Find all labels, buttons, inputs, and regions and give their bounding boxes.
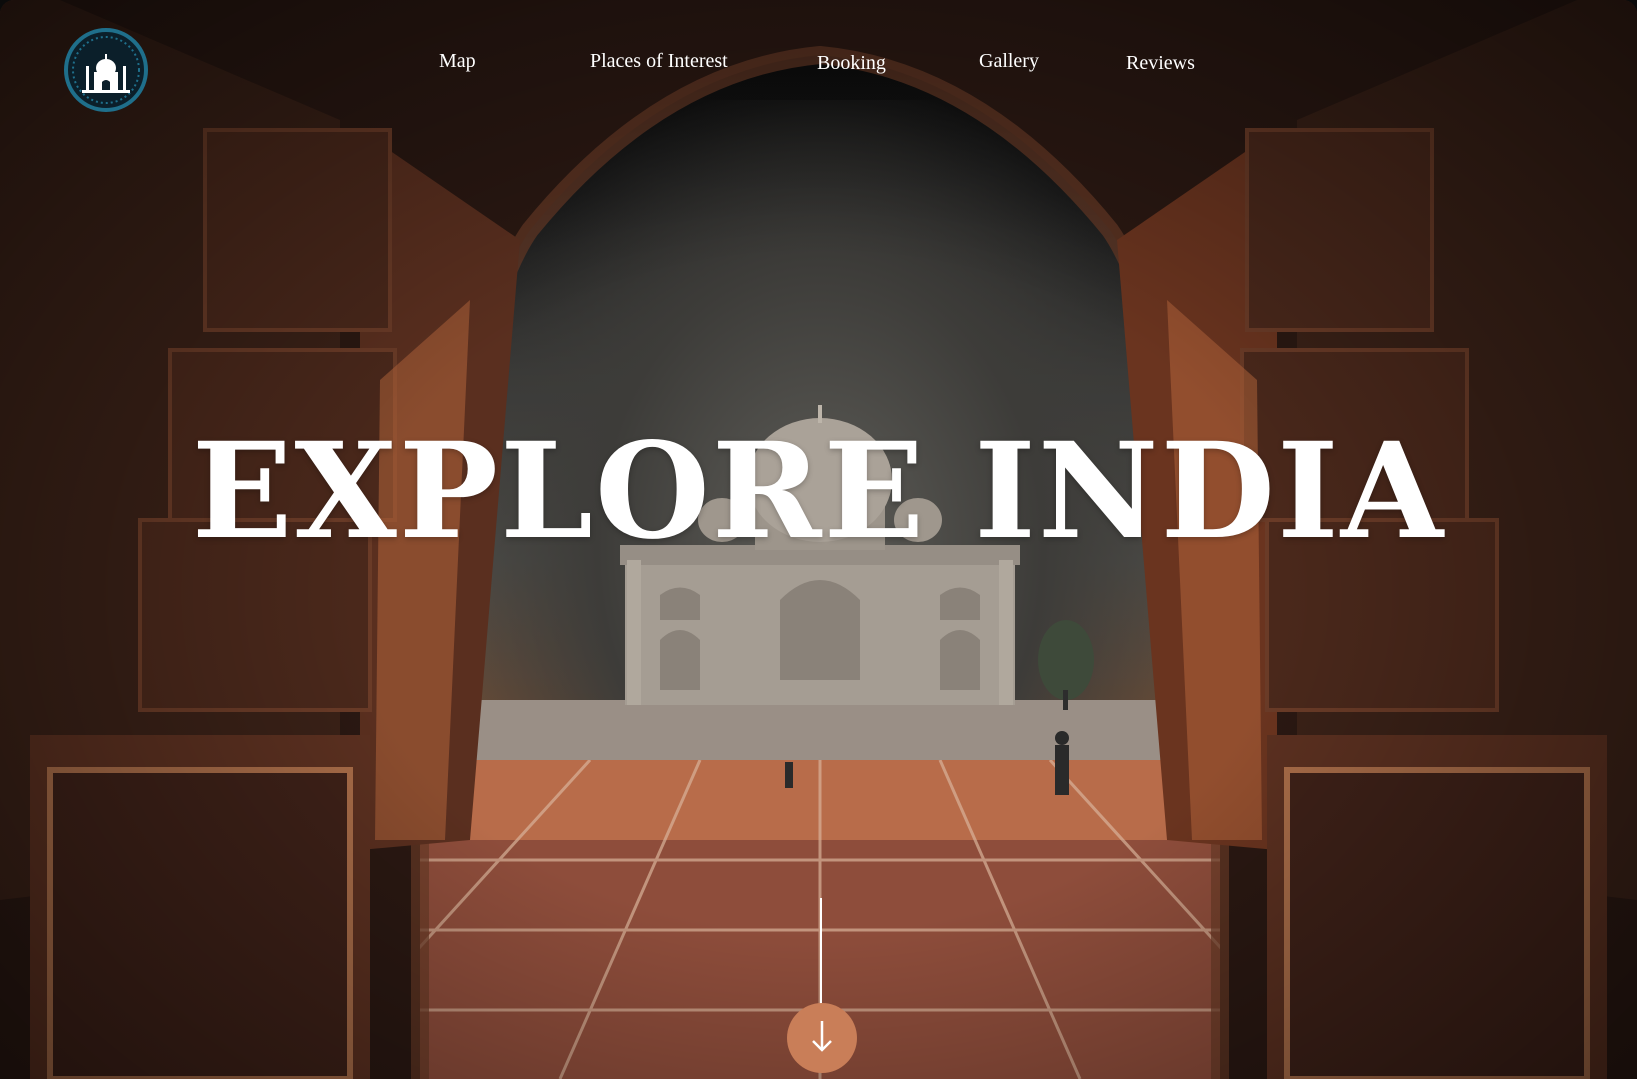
nav-item-booking[interactable]: Booking [817, 52, 886, 75]
arrow-down-icon [812, 1021, 832, 1052]
nav-item-reviews[interactable]: Reviews [1126, 52, 1195, 75]
scroll-down-button[interactable] [787, 1003, 857, 1073]
nav-item-places-of-interest[interactable]: Places of Interest [590, 50, 728, 73]
scroll-indicator-line [820, 898, 822, 1010]
main-navigation: Map Places of Interest Booking Gallery R… [0, 0, 1637, 120]
nav-item-gallery[interactable]: Gallery [979, 50, 1039, 73]
nav-item-map[interactable]: Map [439, 50, 476, 73]
hero-headline: EXPLORE INDIA [191, 414, 1446, 570]
